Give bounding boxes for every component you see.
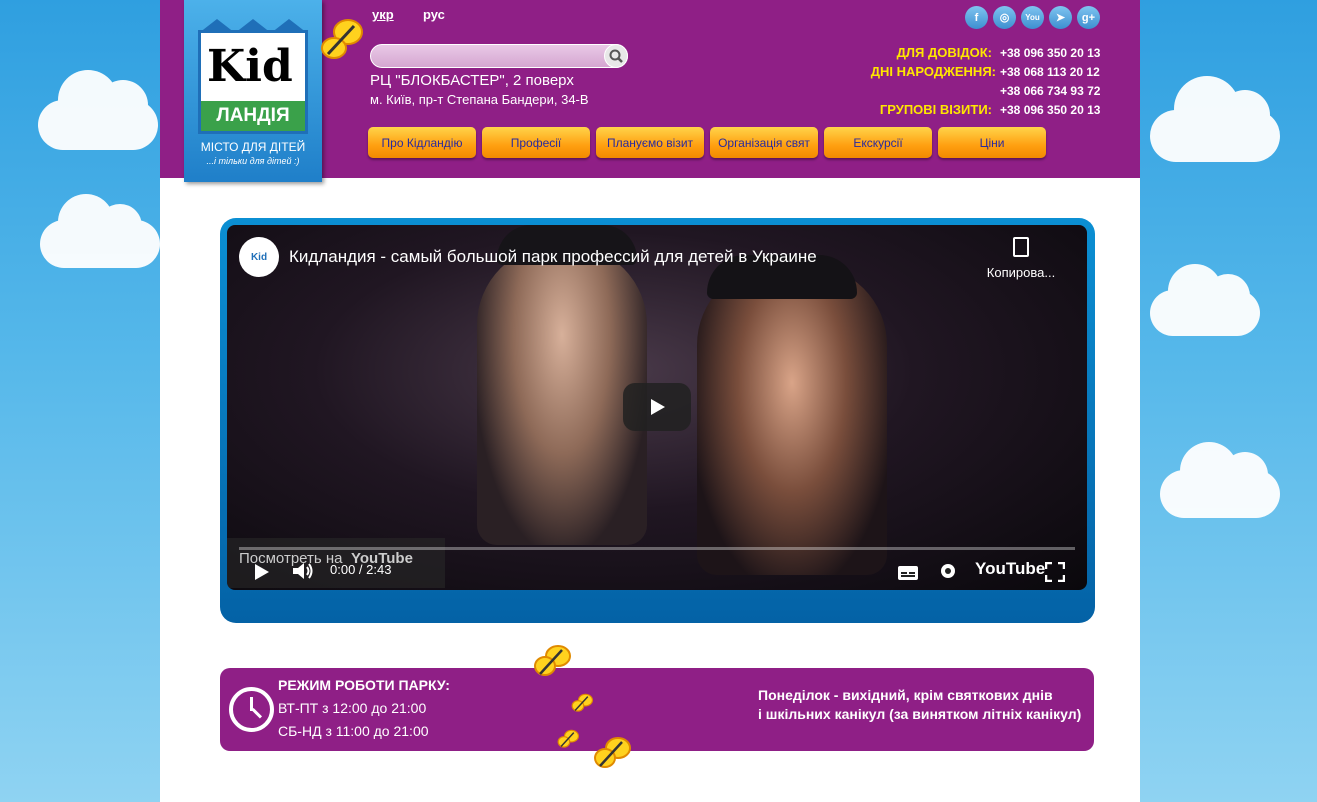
contact-info-phone[interactable]: +38 096 350 20 13 (1000, 46, 1100, 60)
nav-plan-visit[interactable]: Плануємо візит (596, 127, 704, 158)
logo-roof (235, 19, 271, 33)
butterfly-icon (571, 693, 593, 712)
hours-weekend: СБ-НД з 11:00 до 21:00 (278, 723, 429, 739)
contact-group-phone[interactable]: +38 096 350 20 13 (1000, 103, 1100, 117)
butterfly-icon (321, 19, 363, 59)
site-header: Kid ЛАНДІЯ МІСТО ДЛЯ ДІТЕЙ ...і тільки д… (160, 0, 1140, 182)
clock-icon (229, 687, 274, 732)
fullscreen-icon[interactable] (1045, 562, 1065, 582)
hours-note-line2: і шкільних канікул (за винятком літніх к… (758, 706, 1082, 722)
googleplus-icon[interactable]: g+ (1077, 6, 1100, 29)
contact-birthday-phone-alt[interactable]: +38 066 734 93 72 (1000, 84, 1100, 98)
video-title[interactable]: Кидландия - самый большой парк профессий… (289, 247, 817, 267)
play-button[interactable] (623, 383, 691, 431)
settings-gear-icon[interactable] (937, 560, 959, 582)
search-icon (609, 49, 623, 63)
address-street: м. Київ, пр-т Степана Бандери, 34-В (370, 92, 589, 107)
video-time: 0:00 / 2:43 (330, 562, 392, 577)
telegram-icon[interactable]: ➤ (1049, 6, 1072, 29)
logo-kid-text: Kid (207, 41, 293, 92)
volume-icon[interactable] (291, 560, 315, 582)
nav-excursions[interactable]: Екскурсії (824, 127, 932, 158)
video-frame: Kid Кидландия - самый большой парк профе… (220, 218, 1095, 623)
hours-note-line1: Понеділок - вихідний, крім святкових дні… (758, 687, 1053, 703)
opening-hours-panel: РЕЖИМ РОБОТИ ПАРКУ: ВТ-ПТ з 12:00 до 21:… (220, 668, 1094, 751)
contact-info-label: ДЛЯ ДОВІДОК: (896, 45, 992, 60)
video-thumbnail-person (697, 265, 887, 575)
nav-professions[interactable]: Професії (482, 127, 590, 158)
logo-subtagline: ...і тільки для дітей :) (206, 156, 300, 166)
video-player[interactable]: Kid Кидландия - самый большой парк профе… (227, 225, 1087, 590)
video-controls: 0:00 / 2:43 YouTube (227, 548, 1087, 590)
facebook-icon[interactable]: f (965, 6, 988, 29)
nav-about[interactable]: Про Кідландію (368, 127, 476, 158)
hours-note: Понеділок - вихідний, крім святкових дні… (758, 686, 1081, 724)
copy-icon (1013, 237, 1029, 257)
site-logo[interactable]: Kid ЛАНДІЯ МІСТО ДЛЯ ДІТЕЙ ...і тільки д… (184, 0, 322, 182)
logo-landia-text: ЛАНДІЯ (201, 101, 305, 131)
logo-roof (199, 19, 235, 33)
address-venue: РЦ "БЛОКБАСТЕР", 2 поверх (370, 72, 574, 89)
instagram-icon[interactable]: ◎ (993, 6, 1016, 29)
background-cloud (1160, 442, 1280, 518)
contact-group-label: ГРУПОВІ ВІЗИТИ: (879, 102, 992, 117)
youtube-icon[interactable]: You (1021, 6, 1044, 29)
search-box[interactable] (370, 44, 628, 68)
hours-weekdays: ВТ-ПТ з 12:00 до 21:00 (278, 700, 427, 716)
background-cloud (38, 70, 158, 150)
copy-link-label: Копирова... (986, 265, 1056, 280)
search-button[interactable] (604, 44, 628, 68)
butterfly-icon (594, 737, 631, 768)
hours-title: РЕЖИМ РОБОТИ ПАРКУ: (278, 677, 450, 693)
butterfly-icon (557, 729, 579, 748)
logo-roof (271, 19, 307, 33)
youtube-brand-button[interactable]: YouTube (975, 559, 1045, 579)
background-cloud (40, 194, 160, 268)
play-icon (651, 399, 665, 415)
contact-birthday-label: ДНІ НАРОДЖЕННЯ: (870, 64, 996, 79)
butterfly-icon (534, 645, 571, 676)
background-cloud (1150, 264, 1260, 336)
background-cloud (1150, 76, 1280, 162)
page-container: Kid ЛАНДІЯ МІСТО ДЛЯ ДІТЕЙ ...і тільки д… (160, 0, 1140, 802)
copy-link-button[interactable]: Копирова... (981, 237, 1061, 280)
subtitles-icon[interactable] (897, 564, 919, 582)
logo-house: Kid ЛАНДІЯ (198, 19, 308, 134)
channel-avatar[interactable]: Kid (239, 237, 279, 277)
nav-prices[interactable]: Ціни (938, 127, 1046, 158)
video-thumbnail-person (477, 245, 647, 545)
contact-birthday-phone[interactable]: +38 068 113 20 12 (1000, 65, 1100, 79)
lang-ukr-link[interactable]: укр (372, 7, 394, 22)
play-small-icon[interactable] (253, 562, 271, 582)
nav-celebrations[interactable]: Організація свят (710, 127, 818, 158)
lang-rus-link[interactable]: рус (423, 7, 445, 22)
logo-tagline: МІСТО ДЛЯ ДІТЕЙ (200, 140, 306, 154)
